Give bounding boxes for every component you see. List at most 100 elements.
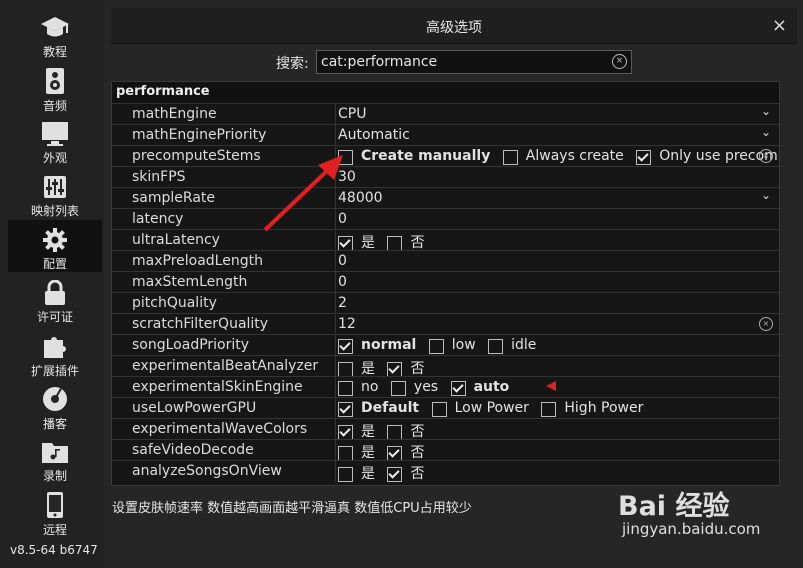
option-label: 是 (361, 235, 375, 251)
search-input[interactable] (321, 52, 607, 72)
sidebar-item-config[interactable]: 配置 (8, 220, 102, 272)
clear-search-icon[interactable]: × (612, 54, 627, 69)
option-value[interactable]: 12 (338, 316, 356, 332)
table-row[interactable]: maxStemLength 0 (112, 271, 779, 293)
option-label: no (361, 379, 379, 395)
option-label: auto (473, 379, 510, 395)
sidebar-item-audio[interactable]: 音频 (8, 61, 102, 113)
phone-icon (40, 491, 70, 519)
table-row[interactable]: sampleRate 48000 ⌄ (112, 187, 779, 209)
option-value[interactable]: 0 (338, 211, 347, 227)
sidebar-item-remote[interactable]: 远程 (8, 485, 102, 537)
option-value[interactable]: 48000 (338, 190, 383, 206)
option-value[interactable]: CPU (338, 106, 366, 122)
table-row[interactable]: experimentalBeatAnalyzer 是 否 (112, 355, 779, 377)
option-label: 否 (410, 466, 425, 482)
checkbox-checked[interactable] (636, 149, 652, 165)
table-row[interactable]: useLowPowerGPU Default Low Power High Po… (112, 397, 779, 419)
sidebar-item-label: 外观 (42, 151, 67, 165)
option-choices: 是 否 (338, 463, 432, 485)
table-row[interactable]: ultraLatency 是 否 (112, 229, 779, 251)
sidebar-item-tutorial[interactable]: 教程 (8, 8, 102, 60)
lock-icon (40, 279, 70, 306)
checkbox[interactable] (428, 338, 444, 354)
table-row[interactable]: mathEngine CPU ⌄ (112, 103, 779, 125)
option-key: skinFPS (132, 169, 186, 185)
option-value[interactable]: 30 (338, 169, 356, 185)
checkbox[interactable] (387, 424, 403, 440)
checkbox-checked[interactable] (450, 380, 466, 396)
table-row[interactable]: safeVideoDecode 是 否 (112, 439, 779, 461)
sidebar-item-label: 配置 (42, 257, 67, 271)
checkbox-checked[interactable] (338, 338, 353, 354)
sidebar-item-license[interactable]: 许可证 (8, 273, 102, 325)
option-key: experimentalBeatAnalyzer (132, 358, 319, 374)
checkbox[interactable] (431, 401, 447, 417)
sidebar-item-label: 音频 (42, 99, 67, 113)
table-row[interactable]: songLoadPriority normal low idle (112, 334, 779, 356)
option-value[interactable]: 0 (338, 253, 347, 269)
option-label: 否 (410, 424, 425, 440)
checkbox-checked[interactable] (338, 235, 353, 251)
option-key: sampleRate (132, 190, 216, 206)
table-row[interactable]: mathEnginePriority Automatic ⌄ (112, 124, 779, 146)
table-row[interactable]: maxPreloadLength 0 (112, 250, 779, 272)
checkbox-checked[interactable] (387, 466, 403, 482)
options-table: performance mathEngine CPU ⌄ mathEngineP… (111, 81, 780, 486)
checkbox[interactable] (338, 466, 353, 482)
chevron-down-icon[interactable]: ⌄ (761, 125, 771, 139)
checkbox[interactable] (338, 380, 353, 396)
checkbox[interactable] (488, 338, 504, 354)
table-row[interactable]: scratchFilterQuality 12 × (112, 313, 779, 335)
table-row[interactable]: experimentalSkinEngine no yes auto (112, 376, 779, 398)
sidebar-item-label: 播客 (42, 417, 67, 431)
option-label: idle (511, 337, 537, 353)
search-label: 搜索: (276, 56, 309, 72)
option-key: ultraLatency (132, 232, 220, 248)
option-value[interactable]: Automatic (338, 127, 410, 143)
chevron-down-icon[interactable]: ⌄ (761, 188, 771, 202)
option-key: maxStemLength (132, 274, 248, 290)
checkbox-checked[interactable] (338, 424, 353, 440)
checkbox-checked[interactable] (387, 361, 403, 377)
option-label: 是 (361, 361, 375, 377)
checkbox[interactable] (390, 380, 406, 396)
table-row[interactable]: experimentalWaveColors 是 否 (112, 418, 779, 440)
checkbox-checked[interactable] (338, 401, 353, 417)
sidebar-item-mapping[interactable]: 映射列表 (8, 167, 102, 219)
sidebar-item-plugins[interactable]: 扩展插件 (8, 326, 102, 378)
option-value[interactable]: 0 (338, 274, 347, 290)
table-row[interactable]: pitchQuality 2 (112, 292, 779, 314)
watermark: Bai 经验 jingyan.baidu.com (618, 484, 760, 538)
checkbox[interactable] (338, 361, 353, 377)
table-row[interactable]: analyzeSongsOnView 是 否 (112, 460, 779, 482)
reset-icon[interactable]: × (759, 317, 773, 331)
checkbox[interactable] (541, 401, 557, 417)
checkbox[interactable] (502, 149, 518, 165)
option-choices: no yes auto (338, 379, 517, 399)
sidebar-item-appearance[interactable]: 外观 (8, 114, 102, 166)
reset-icon[interactable]: × (759, 149, 773, 163)
sidebar-item-podcast[interactable]: 播客 (8, 379, 102, 431)
option-key: experimentalWaveColors (132, 421, 308, 437)
podcast-icon (40, 385, 70, 413)
close-icon[interactable]: × (772, 15, 787, 36)
table-row[interactable]: precomputeStems Create manually Always c… (112, 145, 779, 167)
option-label: 否 (410, 361, 425, 377)
option-value[interactable]: 2 (338, 295, 347, 311)
sidebar: 教程 音频 外观 映射列表 配置 许可证 扩展插件 播客 录制 远程 v8.5-… (0, 0, 104, 568)
option-label: Default (361, 400, 420, 416)
sidebar-item-record[interactable]: 录制 (8, 432, 102, 484)
checkbox-checked[interactable] (387, 445, 403, 461)
checkbox[interactable] (387, 235, 403, 251)
section-title: performance (116, 84, 210, 99)
gear-icon (40, 226, 70, 253)
option-choices: Default Low Power High Power (338, 400, 651, 420)
option-choices: Create manually Always create Only use p… (338, 148, 779, 168)
checkbox[interactable] (338, 149, 353, 165)
chevron-down-icon[interactable]: ⌄ (761, 104, 771, 118)
option-choices: normal low idle (338, 337, 544, 357)
table-row[interactable]: skinFPS 30 (112, 166, 779, 188)
table-row[interactable]: latency 0 (112, 208, 779, 230)
checkbox[interactable] (338, 445, 353, 461)
